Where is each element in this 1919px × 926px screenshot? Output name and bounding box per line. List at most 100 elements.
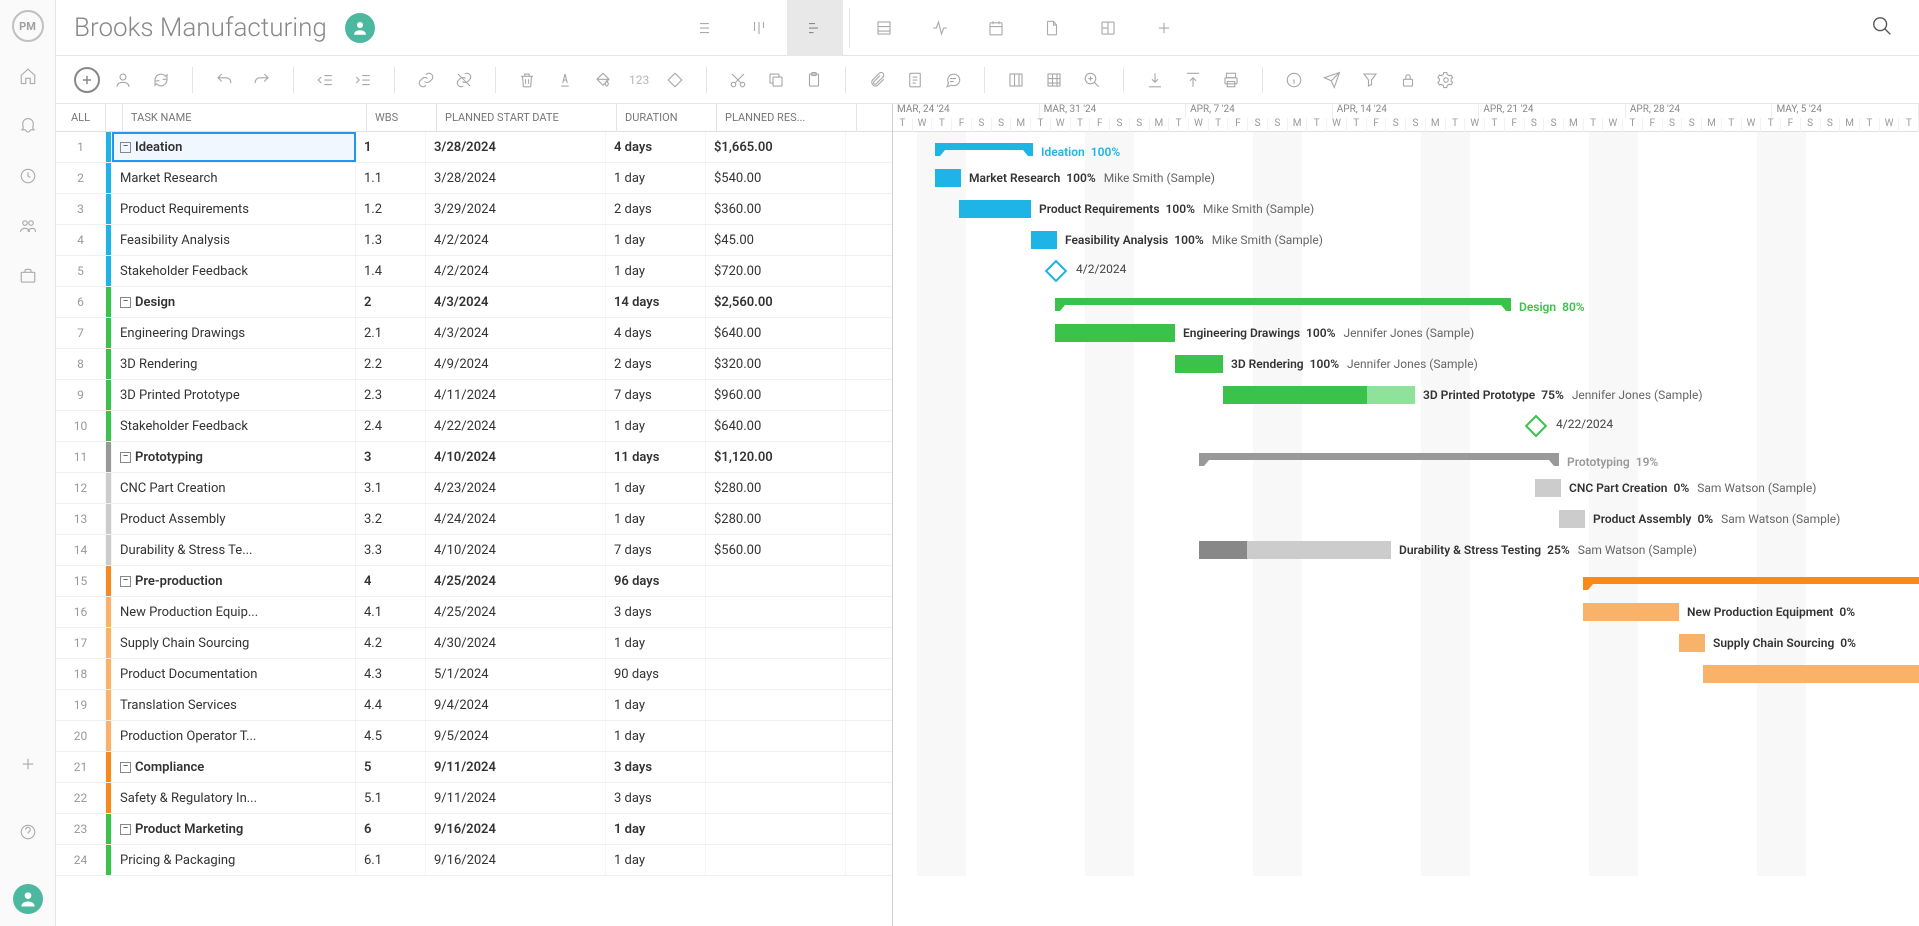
- wbs-cell[interactable]: 4.2: [356, 628, 426, 658]
- refresh-icon[interactable]: [146, 65, 176, 95]
- start-date-cell[interactable]: 4/2/2024: [426, 225, 606, 255]
- start-date-cell[interactable]: 3/28/2024: [426, 132, 606, 162]
- resource-cell[interactable]: [706, 659, 846, 689]
- task-row[interactable]: 2Market Research1.13/28/20241 day$540.00: [56, 163, 892, 194]
- duration-cell[interactable]: 1 day: [606, 504, 706, 534]
- start-date-cell[interactable]: 4/9/2024: [426, 349, 606, 379]
- task-row[interactable]: 10Stakeholder Feedback2.44/22/20241 day$…: [56, 411, 892, 442]
- resource-cell[interactable]: $1,120.00: [706, 442, 846, 472]
- resource-cell[interactable]: [706, 597, 846, 627]
- col-header-name[interactable]: TASK NAME: [123, 104, 367, 131]
- wbs-cell[interactable]: 3.1: [356, 473, 426, 503]
- start-date-cell[interactable]: 4/30/2024: [426, 628, 606, 658]
- collapse-icon[interactable]: −: [120, 452, 131, 463]
- start-date-cell[interactable]: 5/1/2024: [426, 659, 606, 689]
- start-date-cell[interactable]: 4/3/2024: [426, 287, 606, 317]
- collapse-icon[interactable]: −: [120, 824, 131, 835]
- wbs-cell[interactable]: 4.1: [356, 597, 426, 627]
- wbs-cell[interactable]: 3.3: [356, 535, 426, 565]
- wbs-cell[interactable]: 2.4: [356, 411, 426, 441]
- share-icon[interactable]: [1317, 65, 1347, 95]
- task-row[interactable]: 4Feasibility Analysis1.34/2/20241 day$45…: [56, 225, 892, 256]
- summary-bar[interactable]: Prototyping19%: [1199, 453, 1559, 460]
- task-row[interactable]: 16New Production Equip...4.14/25/20243 d…: [56, 597, 892, 628]
- start-date-cell[interactable]: 3/29/2024: [426, 194, 606, 224]
- resource-cell[interactable]: [706, 814, 846, 844]
- task-row[interactable]: 18Product Documentation4.35/1/202490 day…: [56, 659, 892, 690]
- task-row[interactable]: 24Pricing & Packaging6.19/16/20241 day: [56, 845, 892, 876]
- resource-cell[interactable]: [706, 752, 846, 782]
- resource-cell[interactable]: $360.00: [706, 194, 846, 224]
- link-icon[interactable]: [411, 65, 441, 95]
- cut-icon[interactable]: [723, 65, 753, 95]
- paste-icon[interactable]: [799, 65, 829, 95]
- start-date-cell[interactable]: 4/25/2024: [426, 597, 606, 627]
- team-icon[interactable]: [12, 210, 44, 242]
- start-date-cell[interactable]: 9/5/2024: [426, 721, 606, 751]
- wbs-cell[interactable]: 3.2: [356, 504, 426, 534]
- task-row[interactable]: 21−Compliance59/11/20243 days: [56, 752, 892, 783]
- task-name-cell[interactable]: −Product Marketing: [112, 814, 356, 844]
- task-bar[interactable]: Product Assembly0%Sam Watson (Sample): [1559, 510, 1585, 528]
- resource-cell[interactable]: $280.00: [706, 473, 846, 503]
- task-row[interactable]: 22Safety & Regulatory In...5.19/11/20243…: [56, 783, 892, 814]
- start-date-cell[interactable]: 4/2/2024: [426, 256, 606, 286]
- start-date-cell[interactable]: 9/4/2024: [426, 690, 606, 720]
- resource-cell[interactable]: $640.00: [706, 318, 846, 348]
- collapse-icon[interactable]: −: [120, 142, 131, 153]
- duration-cell[interactable]: 2 days: [606, 349, 706, 379]
- list-view-icon[interactable]: [675, 0, 731, 56]
- duration-cell[interactable]: 7 days: [606, 535, 706, 565]
- columns-icon[interactable]: [1001, 65, 1031, 95]
- wbs-cell[interactable]: 4: [356, 566, 426, 596]
- task-row[interactable]: 6−Design24/3/202414 days$2,560.00: [56, 287, 892, 318]
- start-date-cell[interactable]: 4/11/2024: [426, 380, 606, 410]
- fill-color-icon[interactable]: [588, 65, 618, 95]
- duration-cell[interactable]: 1 day: [606, 473, 706, 503]
- task-bar[interactable]: Supply Chain Sourcing0%: [1679, 634, 1705, 652]
- calendar-view-icon[interactable]: [968, 0, 1024, 56]
- app-logo[interactable]: PM: [12, 10, 44, 42]
- duration-cell[interactable]: 1 day: [606, 163, 706, 193]
- task-row[interactable]: 19Translation Services4.49/4/20241 day: [56, 690, 892, 721]
- task-name-cell[interactable]: Market Research: [112, 163, 356, 193]
- task-name-cell[interactable]: Durability & Stress Te...: [112, 535, 356, 565]
- duration-cell[interactable]: 7 days: [606, 380, 706, 410]
- comment-icon[interactable]: [938, 65, 968, 95]
- dashboard-view-icon[interactable]: [1080, 0, 1136, 56]
- start-date-cell[interactable]: 9/16/2024: [426, 814, 606, 844]
- col-header-all[interactable]: ALL: [56, 104, 106, 131]
- start-date-cell[interactable]: 9/11/2024: [426, 752, 606, 782]
- task-name-cell[interactable]: Production Operator T...: [112, 721, 356, 751]
- duration-cell[interactable]: 1 day: [606, 225, 706, 255]
- task-name-cell[interactable]: Product Requirements: [112, 194, 356, 224]
- task-name-cell[interactable]: Product Documentation: [112, 659, 356, 689]
- resource-cell[interactable]: $640.00: [706, 411, 846, 441]
- task-name-cell[interactable]: Supply Chain Sourcing: [112, 628, 356, 658]
- col-header-start[interactable]: PLANNED START DATE: [437, 104, 617, 131]
- attach-icon[interactable]: [862, 65, 892, 95]
- task-name-cell[interactable]: −Pre-production: [112, 566, 356, 596]
- collapse-icon[interactable]: −: [120, 762, 131, 773]
- duration-cell[interactable]: 1 day: [606, 721, 706, 751]
- project-owner-avatar[interactable]: [345, 13, 375, 43]
- task-row[interactable]: 14Durability & Stress Te...3.34/10/20247…: [56, 535, 892, 566]
- wbs-cell[interactable]: 5.1: [356, 783, 426, 813]
- wbs-cell[interactable]: 1: [356, 132, 426, 162]
- start-date-cell[interactable]: 4/25/2024: [426, 566, 606, 596]
- zoom-icon[interactable]: [1077, 65, 1107, 95]
- task-row[interactable]: 20Production Operator T...4.59/5/20241 d…: [56, 721, 892, 752]
- summary-bar[interactable]: Design80%: [1055, 298, 1511, 305]
- collapse-icon[interactable]: −: [120, 576, 131, 587]
- wbs-cell[interactable]: 1.3: [356, 225, 426, 255]
- resource-cell[interactable]: [706, 845, 846, 875]
- info-icon[interactable]: [1279, 65, 1309, 95]
- task-name-cell[interactable]: Safety & Regulatory In...: [112, 783, 356, 813]
- task-row[interactable]: 3Product Requirements1.23/29/20242 days$…: [56, 194, 892, 225]
- col-header-duration[interactable]: DURATION: [617, 104, 717, 131]
- task-name-cell[interactable]: Pricing & Packaging: [112, 845, 356, 875]
- redo-icon[interactable]: [247, 65, 277, 95]
- import-icon[interactable]: [1140, 65, 1170, 95]
- add-view-icon[interactable]: [1136, 0, 1192, 56]
- wbs-cell[interactable]: 1.4: [356, 256, 426, 286]
